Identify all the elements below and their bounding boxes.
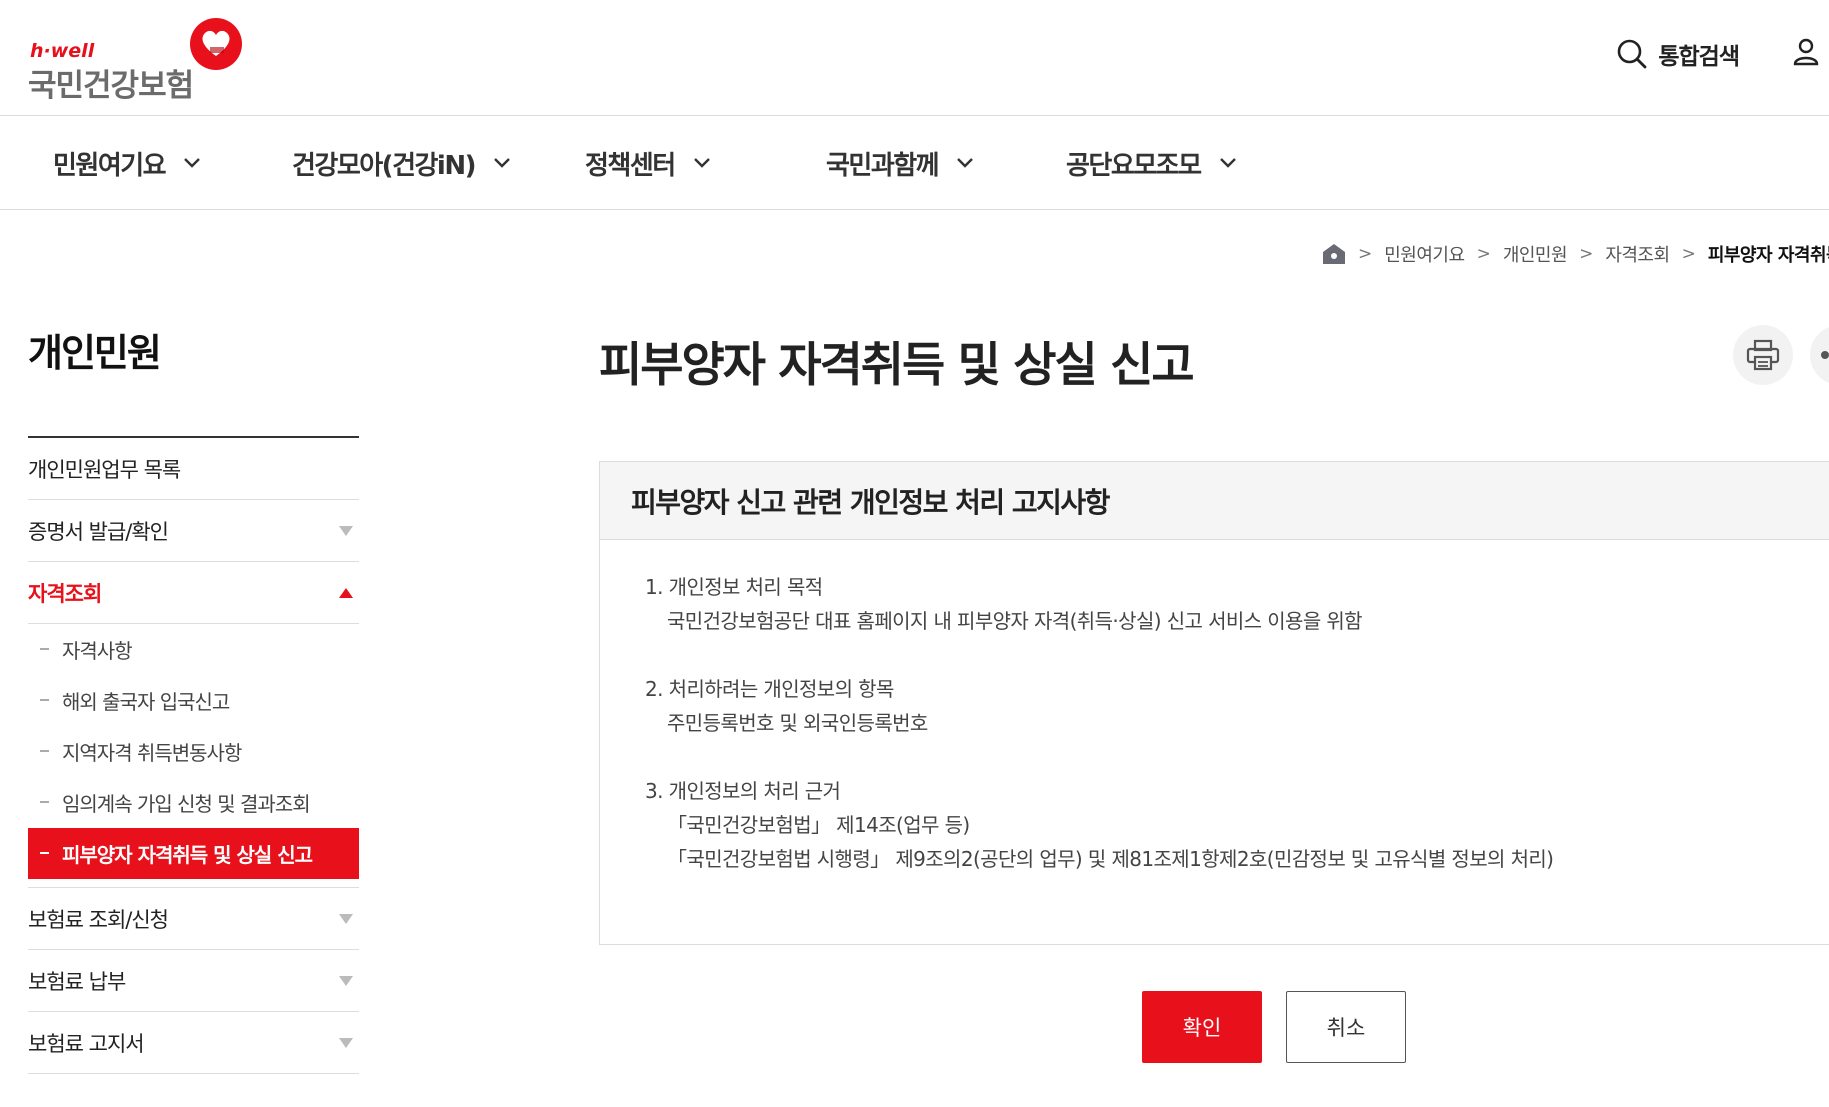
gnb-item-civil[interactable]: 민원여기요 <box>53 116 201 210</box>
dash-icon <box>40 699 49 701</box>
notice-section: 1. 개인정보 처리 목적 국민건강보험공단 대표 홈페이지 내 피부양자 자격… <box>645 570 1829 638</box>
chevron-down-icon <box>693 158 710 168</box>
user-icon <box>1793 38 1819 66</box>
sidebar-item-label: 보험료 고지서 <box>28 1031 145 1056</box>
breadcrumb-item[interactable]: 민원여기요 <box>1384 241 1465 267</box>
sidebar-subitem-label: 피부양자 자격취득 및 상실 신고 <box>62 843 313 867</box>
notice-section-title: 1. 개인정보 처리 목적 <box>645 575 823 599</box>
gnb-item-health-in[interactable]: 건강모아(건강iN) <box>292 116 511 210</box>
search-icon <box>1618 39 1647 69</box>
notice-body: 1. 개인정보 처리 목적 국민건강보험공단 대표 홈페이지 내 피부양자 자격… <box>600 540 1829 876</box>
gnb-item-together[interactable]: 국민과함께 <box>826 116 974 210</box>
sidebar-menu: 개인민원업무 목록 증명서 발급/확인 자격조회 자격사항 해외 출국자 입국신… <box>28 438 359 1074</box>
privacy-notice-box: 피부양자 신고 관련 개인정보 처리 고지사항 1. 개인정보 처리 목적 국민… <box>599 461 1829 945</box>
sidebar-subitem[interactable]: 지역자격 취득변동사항 <box>28 726 359 777</box>
sidebar-title: 개인민원 <box>28 331 162 375</box>
notice-section-line: 「국민건강보험법」 제14조(업무 등) <box>667 813 970 837</box>
page-title: 피부양자 자격취득 및 상실 신고 <box>599 338 1195 393</box>
printer-icon <box>1746 339 1780 371</box>
triangle-down-icon <box>339 526 353 536</box>
sidebar-subitem[interactable]: 임의계속 가입 신청 및 결과조회 <box>28 777 359 828</box>
share-icon <box>1821 351 1829 359</box>
sidebar-subitem-active[interactable]: 피부양자 자격취득 및 상실 신고 <box>28 828 359 879</box>
sidebar-subitem-label: 지역자격 취득변동사항 <box>62 741 242 765</box>
notice-section-line: 주민등록번호 및 외국인등록번호 <box>667 711 928 735</box>
notice-section-title: 2. 처리하려는 개인정보의 항목 <box>645 677 894 701</box>
sidebar-item-certificate[interactable]: 증명서 발급/확인 <box>28 500 359 562</box>
gnb-item-about[interactable]: 공단요모조모 <box>1066 116 1237 210</box>
dash-icon <box>40 648 49 650</box>
chevron-down-icon <box>494 158 510 168</box>
breadcrumb-separator: > <box>1358 244 1373 264</box>
breadcrumb-item[interactable]: 자격조회 <box>1605 241 1670 267</box>
sidebar-subitem-label: 해외 출국자 입국신고 <box>62 690 230 714</box>
gnb-item-label: 건강모아(건강iN) <box>292 150 476 181</box>
breadcrumb-separator: > <box>1681 244 1696 264</box>
breadcrumb-separator: > <box>1476 244 1491 264</box>
chevron-down-icon <box>1219 158 1236 168</box>
page: h·well 국민건강보험 통합검색 민원여기요 건강모아(건강iN) 정책센터… <box>0 0 1829 1107</box>
sidebar-subitem[interactable]: 자격사항 <box>28 624 359 675</box>
notice-heading: 피부양자 신고 관련 개인정보 처리 고지사항 <box>631 485 1110 519</box>
chevron-down-icon <box>184 158 200 168</box>
sidebar-item-premium-notice[interactable]: 보험료 고지서 <box>28 1012 359 1074</box>
breadcrumb-item[interactable]: 개인민원 <box>1503 241 1568 267</box>
sidebar-item-label: 보험료 납부 <box>28 969 126 994</box>
integrated-search-button[interactable]: 통합검색 <box>1616 37 1740 71</box>
sidebar-item-label: 보험료 조회/신청 <box>28 907 169 932</box>
sidebar-item-premium-payment[interactable]: 보험료 납부 <box>28 950 359 1012</box>
logo-tagline: h·well <box>30 40 95 62</box>
share-button[interactable] <box>1810 325 1829 385</box>
chevron-down-icon <box>957 158 973 168</box>
sidebar-item-label: 개인민원업무 목록 <box>28 457 181 482</box>
dash-icon <box>40 852 49 854</box>
sidebar-item-qualification[interactable]: 자격조회 <box>28 562 359 624</box>
sidebar-item-list[interactable]: 개인민원업무 목록 <box>28 438 359 500</box>
site-logo[interactable]: h·well 국민건강보험 <box>28 18 248 104</box>
breadcrumb-separator: > <box>1579 244 1594 264</box>
user-button[interactable] <box>1791 37 1821 71</box>
notice-section: 2. 처리하려는 개인정보의 항목 주민등록번호 및 외국인등록번호 <box>645 672 1829 740</box>
sidebar-item-premium-inquiry[interactable]: 보험료 조회/신청 <box>28 888 359 950</box>
confirm-button[interactable]: 확인 <box>1142 991 1262 1063</box>
home-icon[interactable] <box>1322 243 1346 265</box>
notice-section-line: 국민건강보험공단 대표 홈페이지 내 피부양자 자격(취득·상실) 신고 서비스… <box>667 609 1363 633</box>
breadcrumb: > 민원여기요 > 개인민원 > 자격조회 > 피부양자 자격취득 및 상실 신… <box>1322 240 1829 268</box>
triangle-down-icon <box>339 1038 353 1048</box>
sidebar-item-label: 증명서 발급/확인 <box>28 519 169 544</box>
gnb-item-label: 국민과함께 <box>826 150 940 181</box>
sidebar-item-label: 자격조회 <box>28 581 102 606</box>
site-header: h·well 국민건강보험 통합검색 <box>0 0 1829 116</box>
search-label: 통합검색 <box>1658 44 1740 70</box>
triangle-up-icon <box>339 588 353 598</box>
sidebar-submenu: 자격사항 해외 출국자 입국신고 지역자격 취득변동사항 임의계속 가입 신청 … <box>28 624 359 888</box>
breadcrumb-current: 피부양자 자격취득 및 상실 신고 <box>1707 245 1829 266</box>
gnb-item-policy[interactable]: 정책센터 <box>585 116 711 210</box>
triangle-down-icon <box>339 976 353 986</box>
sidebar-subitem[interactable]: 해외 출국자 입국신고 <box>28 675 359 726</box>
gnb-item-label: 정책센터 <box>585 150 676 181</box>
print-button[interactable] <box>1733 325 1793 385</box>
gnb-item-label: 민원여기요 <box>53 150 167 181</box>
dash-icon <box>40 801 49 803</box>
global-nav: 민원여기요 건강모아(건강iN) 정책센터 국민과함께 공단요모조모 <box>0 116 1829 210</box>
notice-section-line: 「국민건강보험법 시행령」 제9조의2(공단의 업무) 및 제81조제1항제2호… <box>667 847 1554 871</box>
notice-section: 3. 개인정보의 처리 근거 「국민건강보험법」 제14조(업무 등) 「국민건… <box>645 774 1829 876</box>
notice-header: 피부양자 신고 관련 개인정보 처리 고지사항 <box>600 462 1829 540</box>
gnb-item-label: 공단요모조모 <box>1066 150 1202 181</box>
triangle-down-icon <box>339 914 353 924</box>
dash-icon <box>40 750 49 752</box>
cancel-button[interactable]: 취소 <box>1286 991 1406 1063</box>
logo-name: 국민건강보험 <box>28 68 194 104</box>
header-utility: 통합검색 <box>1616 34 1829 74</box>
heart-logo-icon <box>190 18 242 70</box>
sidebar-subitem-label: 자격사항 <box>62 639 133 663</box>
notice-section-title: 3. 개인정보의 처리 근거 <box>645 779 841 803</box>
sidebar-subitem-label: 임의계속 가입 신청 및 결과조회 <box>62 792 311 816</box>
